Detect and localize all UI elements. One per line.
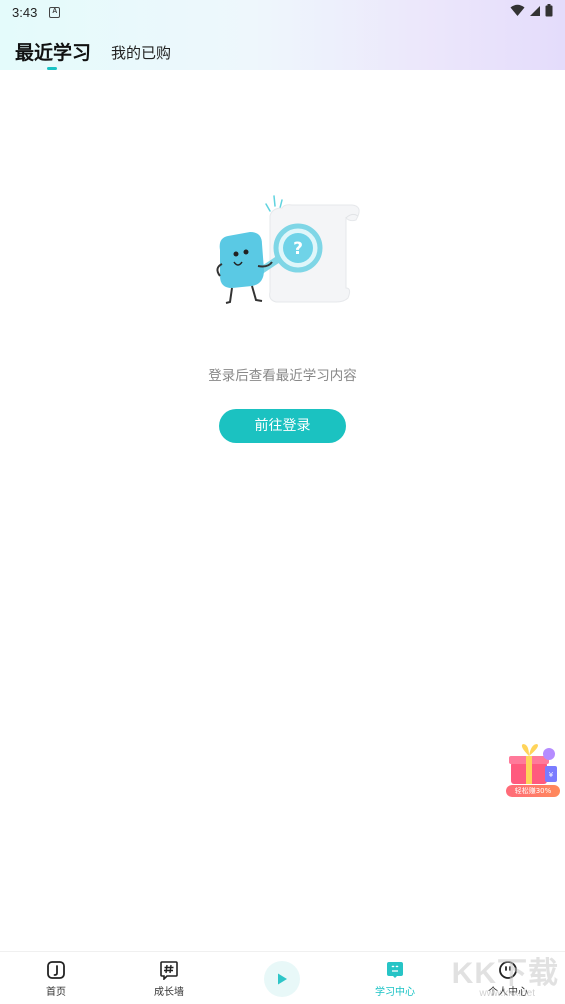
nav-label-profile: 个人中心 bbox=[488, 987, 528, 998]
gift-box-icon: ¥ bbox=[509, 744, 557, 784]
bottom-nav: 首页 成长墙 学习中心 个人中心 bbox=[0, 951, 565, 1004]
play-icon bbox=[278, 973, 287, 985]
status-time: 3:43 bbox=[12, 4, 38, 20]
nav-label-study-center: 学习中心 bbox=[375, 987, 415, 998]
profile-icon bbox=[499, 961, 517, 979]
status-bar: 3:43 A bbox=[0, 0, 565, 24]
active-tab-indicator bbox=[47, 67, 57, 70]
promo-float-widget[interactable]: ¥ 轻松赚30% bbox=[503, 744, 561, 800]
promo-label: 轻松赚30% bbox=[506, 785, 560, 797]
battery-icon bbox=[545, 4, 553, 17]
svg-text:?: ? bbox=[293, 239, 303, 259]
home-music-icon bbox=[47, 961, 65, 979]
play-button[interactable] bbox=[264, 961, 300, 997]
status-icons bbox=[510, 4, 553, 17]
study-center-icon bbox=[387, 962, 403, 978]
nav-label-growth-wall: 成长墙 bbox=[154, 987, 184, 998]
svg-text:¥: ¥ bbox=[549, 771, 554, 779]
nav-item-study-center[interactable]: 学习中心 bbox=[365, 960, 425, 998]
app-notification-icon: A bbox=[49, 6, 61, 18]
nav-item-growth-wall[interactable]: 成长墙 bbox=[139, 960, 199, 998]
header-tabs: 最近学习 我的已购 bbox=[15, 38, 171, 70]
nav-item-home[interactable]: 首页 bbox=[26, 960, 86, 998]
tab-my-purchases-label: 我的已购 bbox=[111, 44, 172, 62]
tab-recent-learning-label: 最近学习 bbox=[15, 42, 92, 64]
tab-my-purchases[interactable]: 我的已购 bbox=[111, 42, 171, 65]
empty-state-message: 登录后查看最近学习内容 bbox=[208, 368, 357, 384]
tab-recent-learning[interactable]: 最近学习 bbox=[15, 38, 92, 70]
go-login-button[interactable]: 前往登录 bbox=[219, 409, 346, 443]
nav-item-profile[interactable]: 个人中心 bbox=[478, 960, 538, 998]
hashtag-icon bbox=[160, 961, 178, 980]
empty-search-illustration: ? bbox=[216, 195, 360, 304]
wifi-icon bbox=[510, 4, 525, 16]
nav-label-home: 首页 bbox=[46, 987, 66, 998]
signal-icon bbox=[530, 5, 540, 16]
